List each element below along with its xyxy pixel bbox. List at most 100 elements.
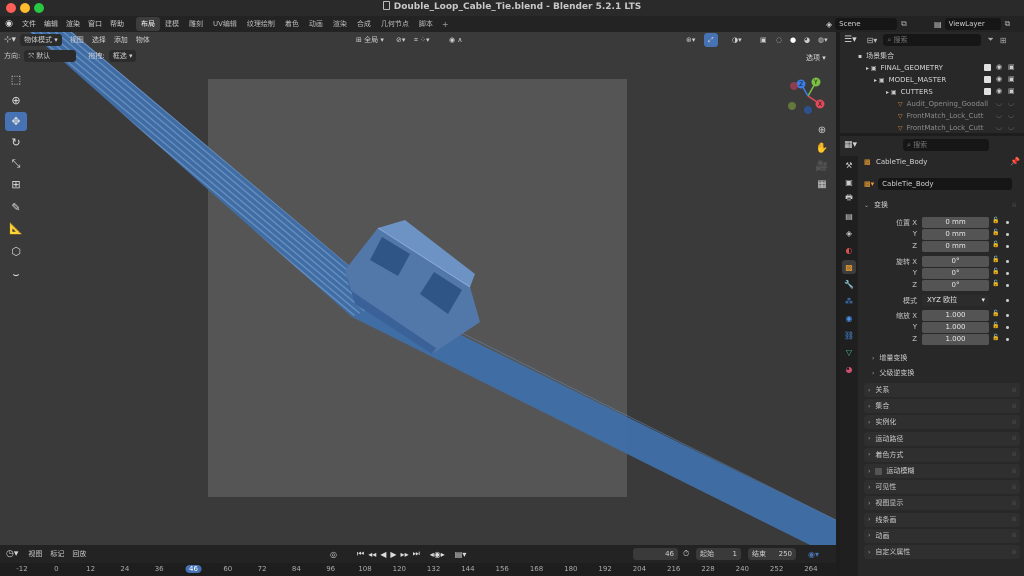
visibility-eye-icon[interactable]: ◉ — [996, 75, 1002, 83]
keyframe-dot[interactable] — [1006, 272, 1009, 275]
location-x-field[interactable]: 0 mm — [922, 217, 989, 228]
hidden-eye-icon[interactable]: ◡ — [996, 99, 1002, 107]
constraints-tab-icon[interactable]: ⛓ — [842, 328, 856, 342]
workspace-tab[interactable]: 动画 — [304, 17, 328, 31]
lock-icon[interactable]: 🔓 — [992, 229, 999, 236]
shading-material-icon[interactable]: ◕ — [800, 33, 814, 47]
object-name-input[interactable]: CableTie_Body — [878, 178, 1013, 190]
render-camera-icon[interactable]: ◡ — [1008, 99, 1014, 107]
outliner-new-collection-icon[interactable]: ⊞ — [1000, 36, 1007, 45]
mode-dropdown[interactable]: 物体模式 ▾ — [20, 34, 62, 46]
render-camera-icon[interactable]: ◡ — [1008, 123, 1014, 131]
perspective-toggle-icon[interactable]: ▦ — [814, 176, 830, 192]
rotation-y-field[interactable]: 0° — [922, 268, 989, 279]
hidden-eye-icon[interactable]: ◡ — [996, 111, 1002, 119]
hidden-eye-icon[interactable]: ◡ — [996, 123, 1002, 131]
viewport-menu-item[interactable]: 选择 — [88, 33, 110, 47]
keyframe-dot[interactable] — [1006, 314, 1009, 317]
drag-handle-icon[interactable]: ⁞⁞ — [1012, 532, 1016, 539]
keyframe-dot[interactable] — [1006, 260, 1009, 263]
shading-wire-icon[interactable]: ◌ — [772, 33, 786, 47]
auto-key-icon[interactable]: ◎ — [330, 550, 337, 559]
render-camera-icon[interactable]: ▣ — [1008, 87, 1015, 95]
cable-tie-model[interactable] — [0, 32, 836, 545]
physics-tab-icon[interactable]: ◉ — [842, 311, 856, 325]
add-workspace-button[interactable]: + — [442, 20, 449, 29]
outliner-row[interactable]: ▽ FrontMatch_Lock_Cutt ◡ ◡ — [840, 122, 1024, 134]
timeline-menu-item[interactable]: 回放 — [68, 547, 90, 561]
data-tab-icon[interactable]: ▽ — [842, 345, 856, 359]
render-camera-icon[interactable]: ▣ — [1008, 75, 1015, 83]
render-tab-icon[interactable]: ▣ — [842, 175, 856, 189]
lock-icon[interactable]: 🔓 — [992, 310, 999, 317]
keyframe-dot[interactable] — [1006, 326, 1009, 329]
outliner-editor-icon[interactable]: ☰▾ — [844, 35, 857, 45]
outliner-row[interactable]: ▸ ▣ MODEL_MASTER ◉ ▣ — [840, 74, 1024, 86]
lock-icon[interactable]: 🔓 — [992, 268, 999, 275]
workspace-tab[interactable]: 渲染 — [328, 17, 352, 31]
keying-set-icon[interactable]: ▤▾ — [453, 550, 469, 559]
rotation-z-field[interactable]: 0° — [922, 280, 989, 291]
outliner-row[interactable]: ▽ FrontMatch_Lock_Cutt ◡ ◡ — [840, 110, 1024, 122]
drag-handle-icon[interactable]: ⁞⁞ — [1012, 451, 1016, 458]
particles-tab-icon[interactable]: ⁂ — [842, 294, 856, 308]
transform-orientation-dropdown[interactable]: ⊞ 全局 ▾ — [352, 33, 388, 47]
properties-section[interactable]: › 关系 ⁞⁞ — [864, 383, 1020, 397]
lock-icon[interactable]: 🔓 — [992, 322, 999, 329]
next-keyframe-icon[interactable]: ▸▸ — [399, 550, 411, 559]
location-z-field[interactable]: 0 mm — [922, 241, 989, 252]
menu-item[interactable]: 渲染 — [62, 16, 84, 32]
drag-handle-icon[interactable]: ⁞⁞ — [1012, 468, 1016, 475]
view-layer-tab-icon[interactable]: ▤ — [842, 209, 856, 223]
lock-icon[interactable]: 🔓 — [992, 241, 999, 248]
measure-tool-icon[interactable]: 📐 — [5, 219, 27, 238]
start-frame-field[interactable]: 起始 1 — [696, 548, 741, 560]
select-box-tool-icon[interactable]: ⬚ — [5, 70, 27, 89]
keyframe-dot[interactable] — [1006, 245, 1009, 248]
prev-keyframe-icon[interactable]: ◂◂ — [366, 550, 378, 559]
annotate-tool-icon[interactable]: ✎ — [5, 198, 27, 217]
add-cube-tool-icon[interactable]: ⬡ — [5, 242, 27, 261]
world-tab-icon[interactable]: ◐ — [842, 243, 856, 257]
new-view-layer-icon[interactable]: ⧉ — [1005, 19, 1011, 29]
scale-y-field[interactable]: 1.000 — [922, 322, 989, 333]
options-dropdown[interactable]: 选项 ▾ — [806, 53, 826, 63]
3d-viewport[interactable]: ⊹▾ 物体模式 ▾ 视图 选择 添加 物体 ⊞ 全局 ▾ ⊘▾ ⌗ ⁘▾ ◉ ∧ ⊛▾… — [0, 32, 836, 545]
keyframe-dot[interactable] — [1006, 221, 1009, 224]
outliner-row[interactable]: ▸ ▣ FINAL_GEOMETRY ◉ ▣ — [840, 62, 1024, 74]
timeline-editor-icon[interactable]: ◷▾ — [0, 549, 24, 559]
navigation-gizmo[interactable]: X Y Z — [786, 74, 830, 118]
zoom-icon[interactable]: ⊕ — [814, 122, 830, 138]
visibility-eye-icon[interactable]: ◉ — [996, 87, 1002, 95]
drag-handle-icon[interactable]: ⁞⁞ — [1012, 516, 1016, 523]
object-tab-icon[interactable]: ▩ — [842, 260, 856, 274]
properties-editor-icon[interactable]: ▦▾ — [844, 140, 857, 150]
camera-view-icon[interactable]: 🎥 — [814, 158, 830, 174]
rotate-tool-icon[interactable]: ↻ — [5, 133, 27, 152]
workspace-tab[interactable]: 雕刻 — [184, 17, 208, 31]
scale-z-field[interactable]: 1.000 — [922, 334, 989, 345]
drag-dropdown[interactable]: 框选 ▾ — [108, 50, 137, 62]
keyframe-dot[interactable] — [1006, 338, 1009, 341]
output-tab-icon[interactable]: 🖶 — [842, 192, 856, 206]
lock-icon[interactable]: 🔓 — [992, 217, 999, 224]
rotation-x-field[interactable]: 0° — [922, 256, 989, 267]
drag-handle-icon[interactable]: ⁞⁞ — [1012, 500, 1016, 507]
material-tab-icon[interactable]: ◕ — [842, 362, 856, 376]
drag-handle-icon[interactable]: ⁞⁞ — [1012, 484, 1016, 491]
play-icon[interactable]: ▶ — [388, 550, 398, 559]
extra-tool-icon[interactable]: ⌣ — [5, 265, 27, 284]
properties-section[interactable]: › 着色方式 ⁞⁞ — [864, 447, 1020, 462]
drag-handle-icon[interactable]: ⁞⁞ — [1012, 419, 1016, 426]
timeline-menu-item[interactable]: 标记 — [46, 547, 68, 561]
drag-handle-icon[interactable]: ⁞⁞ — [1012, 387, 1016, 394]
orientation-dropdown[interactable]: ⤧ 默认 — [24, 50, 77, 62]
play-reverse-icon[interactable]: ◀ — [378, 550, 388, 559]
menu-item[interactable]: 窗口 — [84, 16, 106, 32]
scale-tool-icon[interactable]: ⤡ — [5, 154, 27, 173]
workspace-tab[interactable]: UV编辑 — [208, 17, 242, 31]
blender-logo-icon[interactable]: ◉ — [0, 19, 18, 29]
proportional-edit-icon[interactable]: ◉ ∧ — [445, 33, 466, 47]
outliner-search-input[interactable]: ⌕ 搜索 — [883, 34, 982, 46]
shading-rendered-icon[interactable]: ◍▾ — [814, 33, 832, 47]
